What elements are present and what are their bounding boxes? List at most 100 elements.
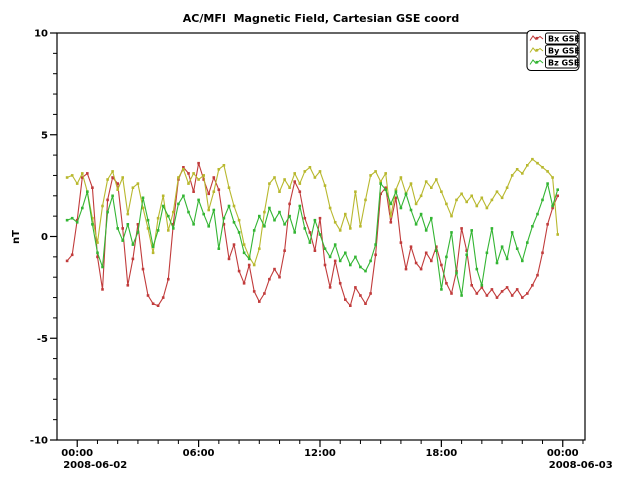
legend-marker-sample <box>536 37 539 40</box>
data-point-marker <box>273 176 276 179</box>
data-point-marker <box>182 195 185 198</box>
data-point-marker <box>349 227 352 230</box>
data-point-marker <box>152 245 155 248</box>
data-point-marker <box>531 225 534 228</box>
data-point-marker <box>329 207 332 210</box>
data-point-marker <box>167 229 170 232</box>
data-point-marker <box>551 176 554 179</box>
data-point-marker <box>66 176 69 179</box>
data-point-marker <box>121 227 124 230</box>
data-point-marker <box>157 304 160 307</box>
data-point-marker <box>116 188 119 191</box>
data-point-marker <box>137 182 140 185</box>
data-point-marker <box>511 174 514 177</box>
data-point-marker <box>334 221 337 224</box>
data-point-marker <box>243 282 246 285</box>
data-point-marker <box>253 229 256 232</box>
data-point-marker <box>556 195 559 198</box>
data-point-marker <box>132 186 135 189</box>
data-point-marker <box>197 178 200 181</box>
data-point-marker <box>319 217 322 220</box>
data-point-marker <box>228 258 231 261</box>
data-point-marker <box>248 264 251 267</box>
data-point-marker <box>511 294 514 297</box>
legend-label: By GSE <box>548 47 580 56</box>
data-point-marker <box>420 195 423 198</box>
data-point-marker <box>349 304 352 307</box>
data-point-marker <box>374 243 377 246</box>
data-point-marker <box>405 268 408 271</box>
data-point-marker <box>304 170 307 173</box>
data-point-marker <box>207 209 210 212</box>
data-point-marker <box>238 270 241 273</box>
data-point-marker <box>218 247 221 250</box>
magnetic-field-chart: AC/MFI Magnetic Field, Cartesian GSE coo… <box>0 0 640 480</box>
data-point-marker <box>430 260 433 263</box>
data-point-marker <box>440 264 443 267</box>
data-point-marker <box>445 256 448 259</box>
data-point-marker <box>374 254 377 257</box>
data-point-marker <box>334 260 337 263</box>
data-point-marker <box>187 172 190 175</box>
data-point-marker <box>192 190 195 193</box>
data-point-marker <box>207 225 210 228</box>
data-point-marker <box>339 282 342 285</box>
data-point-marker <box>465 254 468 257</box>
data-point-marker <box>364 270 367 273</box>
data-point-marker <box>253 290 256 293</box>
data-point-marker <box>359 266 362 269</box>
data-point-marker <box>526 164 529 167</box>
data-point-marker <box>218 188 221 191</box>
data-point-marker <box>440 190 443 193</box>
data-point-marker <box>213 209 216 212</box>
data-point-marker <box>147 294 150 297</box>
data-point-marker <box>127 223 130 226</box>
data-point-marker <box>101 288 104 291</box>
y-tick-label: 5 <box>41 130 48 141</box>
data-point-marker <box>536 213 539 216</box>
data-point-marker <box>132 243 135 246</box>
data-point-marker <box>106 178 109 181</box>
data-point-marker <box>288 186 291 189</box>
data-point-marker <box>541 199 544 202</box>
data-point-marker <box>121 176 124 179</box>
data-point-marker <box>556 233 559 236</box>
data-point-marker <box>218 168 221 171</box>
data-point-marker <box>233 221 236 224</box>
data-point-marker <box>450 215 453 218</box>
x-tick-label: 00:00 <box>61 448 93 459</box>
x-tick-label: 00:00 <box>547 448 579 459</box>
data-point-marker <box>76 182 79 185</box>
x-tick-label: 18:00 <box>425 448 457 459</box>
data-point-marker <box>91 186 94 189</box>
data-point-marker <box>197 162 200 165</box>
data-point-marker <box>202 174 205 177</box>
data-point-marker <box>223 217 226 220</box>
data-point-marker <box>440 288 443 291</box>
data-point-marker <box>293 180 296 183</box>
data-point-marker <box>481 197 484 200</box>
data-point-marker <box>258 215 261 218</box>
data-point-marker <box>132 258 135 261</box>
data-point-marker <box>197 199 200 202</box>
data-point-marker <box>384 188 387 191</box>
data-point-marker <box>172 227 175 230</box>
data-point-marker <box>476 205 479 208</box>
data-point-marker <box>268 278 271 281</box>
data-point-marker <box>228 205 231 208</box>
data-point-marker <box>167 215 170 218</box>
data-point-marker <box>359 225 362 228</box>
data-point-marker <box>263 211 266 214</box>
end-date-label: 2008-06-03 <box>549 460 613 471</box>
data-point-marker <box>152 302 155 305</box>
data-point-marker <box>157 229 160 232</box>
data-point-marker <box>192 172 195 175</box>
data-point-marker <box>233 205 236 208</box>
data-point-marker <box>400 176 403 179</box>
data-point-marker <box>324 184 327 187</box>
data-point-marker <box>531 284 534 287</box>
data-point-marker <box>96 252 99 255</box>
data-point-marker <box>293 172 296 175</box>
data-point-marker <box>400 241 403 244</box>
data-point-marker <box>177 176 180 179</box>
